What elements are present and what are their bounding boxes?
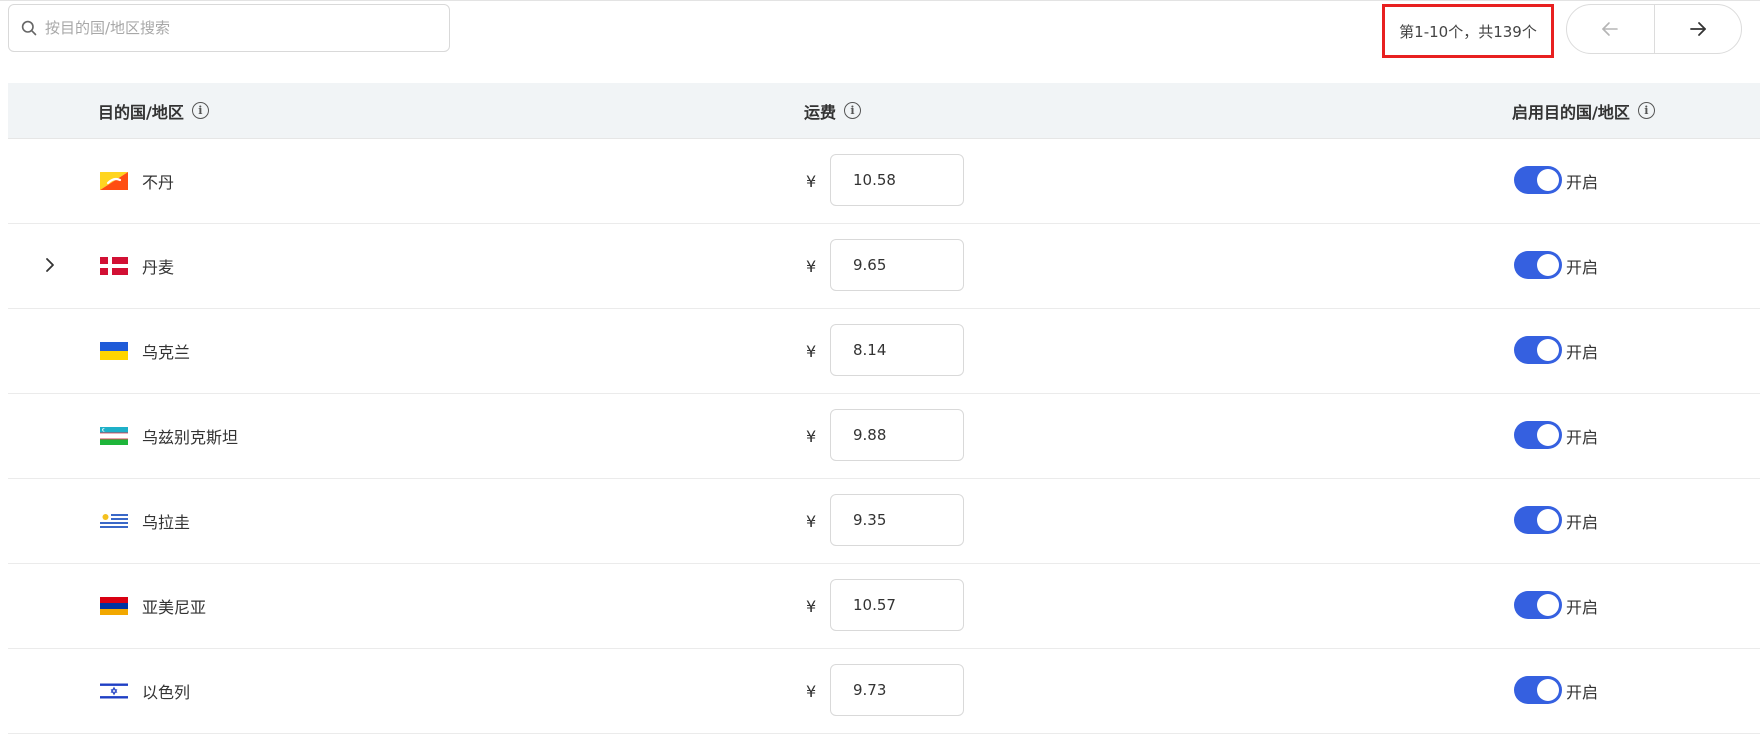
table-header: 目的国/地区 i 运费 i 启用目的国/地区 i [8, 83, 1760, 139]
search-box[interactable] [8, 4, 450, 52]
info-icon[interactable]: i [1637, 102, 1655, 119]
table-row: 丹麦 ¥ 开启 [8, 224, 1760, 309]
column-header-enabled: 启用目的国/地区 i [1512, 83, 1655, 138]
uruguay-flag-icon [100, 512, 128, 530]
column-header-fee-label: 运费 [804, 102, 837, 122]
currency-symbol: ¥ [806, 341, 817, 361]
enable-toggle[interactable] [1514, 251, 1562, 279]
enable-toggle[interactable] [1514, 506, 1562, 534]
currency-symbol: ¥ [806, 256, 817, 276]
shipping-fee-input[interactable] [830, 324, 964, 376]
next-page-button[interactable] [1653, 5, 1742, 53]
country-name: 丹麦 [142, 258, 175, 277]
toggle-knob [1537, 424, 1559, 446]
toggle-knob [1537, 509, 1559, 531]
search-icon [21, 20, 37, 36]
chevron-right-icon [46, 258, 54, 272]
column-header-fee: 运费 i [804, 83, 862, 138]
shipping-fee-input[interactable] [830, 664, 964, 716]
toggle-label: 开启 [1566, 258, 1599, 277]
country-name: 亚美尼亚 [142, 598, 207, 617]
enable-toggle[interactable] [1514, 336, 1562, 364]
country-name: 以色列 [142, 683, 191, 702]
toggle-label: 开启 [1566, 173, 1599, 192]
currency-symbol: ¥ [806, 171, 817, 191]
column-header-destination-label: 目的国/地区 [98, 102, 184, 122]
country-name: 乌克兰 [142, 343, 191, 362]
bhutan-flag-icon [100, 172, 128, 190]
israel-flag-icon [100, 682, 128, 700]
search-input[interactable] [45, 13, 425, 43]
country-name: 不丹 [142, 173, 175, 192]
shipping-fee-input[interactable] [830, 409, 964, 461]
currency-symbol: ¥ [806, 511, 817, 531]
shipping-fee-input[interactable] [830, 239, 964, 291]
table-row: 不丹 ¥ 开启 [8, 139, 1760, 224]
country-name: 乌拉圭 [142, 513, 191, 532]
currency-symbol: ¥ [806, 426, 817, 446]
toggle-knob [1537, 339, 1559, 361]
info-icon[interactable]: i [191, 102, 209, 119]
arrow-right-icon [1689, 22, 1706, 36]
toggle-knob [1537, 679, 1559, 701]
prev-page-button[interactable] [1567, 5, 1654, 53]
toggle-label: 开启 [1566, 513, 1599, 532]
table-body: 不丹 ¥ 开启 丹麦 ¥ 开启 [8, 139, 1760, 734]
country-name: 乌兹别克斯坦 [142, 428, 239, 447]
currency-symbol: ¥ [806, 596, 817, 616]
currency-symbol: ¥ [806, 681, 817, 701]
toggle-knob [1537, 254, 1559, 276]
enable-toggle[interactable] [1514, 591, 1562, 619]
ukraine-flag-icon [100, 342, 128, 360]
pager [1566, 4, 1742, 54]
column-header-destination: 目的国/地区 i [98, 83, 209, 138]
armenia-flag-icon [100, 597, 128, 615]
shipping-fee-input[interactable] [830, 154, 964, 206]
toggle-knob [1537, 169, 1559, 191]
pagination-info: 第1-10个，共139个 [1382, 4, 1554, 58]
table-row: 乌兹别克斯坦 ¥ 开启 [8, 394, 1760, 479]
column-header-enabled-label: 启用目的国/地区 [1512, 102, 1630, 122]
arrow-left-icon [1602, 22, 1619, 36]
enable-toggle[interactable] [1514, 676, 1562, 704]
shipping-fee-input[interactable] [830, 579, 964, 631]
shipping-fee-input[interactable] [830, 494, 964, 546]
toggle-label: 开启 [1566, 428, 1599, 447]
toggle-label: 开启 [1566, 343, 1599, 362]
uzbekistan-flag-icon [100, 427, 128, 445]
toggle-label: 开启 [1566, 598, 1599, 617]
top-divider [0, 0, 1760, 1]
table-row: 以色列 ¥ 开启 [8, 649, 1760, 734]
table-row: 亚美尼亚 ¥ 开启 [8, 564, 1760, 649]
table-row: 乌拉圭 ¥ 开启 [8, 479, 1760, 564]
table-row: 乌克兰 ¥ 开启 [8, 309, 1760, 394]
info-icon[interactable]: i [844, 102, 862, 119]
toggle-knob [1537, 594, 1559, 616]
expand-row-button[interactable] [38, 253, 62, 277]
denmark-flag-icon [100, 257, 128, 275]
enable-toggle[interactable] [1514, 166, 1562, 194]
enable-toggle[interactable] [1514, 421, 1562, 449]
toggle-label: 开启 [1566, 683, 1599, 702]
